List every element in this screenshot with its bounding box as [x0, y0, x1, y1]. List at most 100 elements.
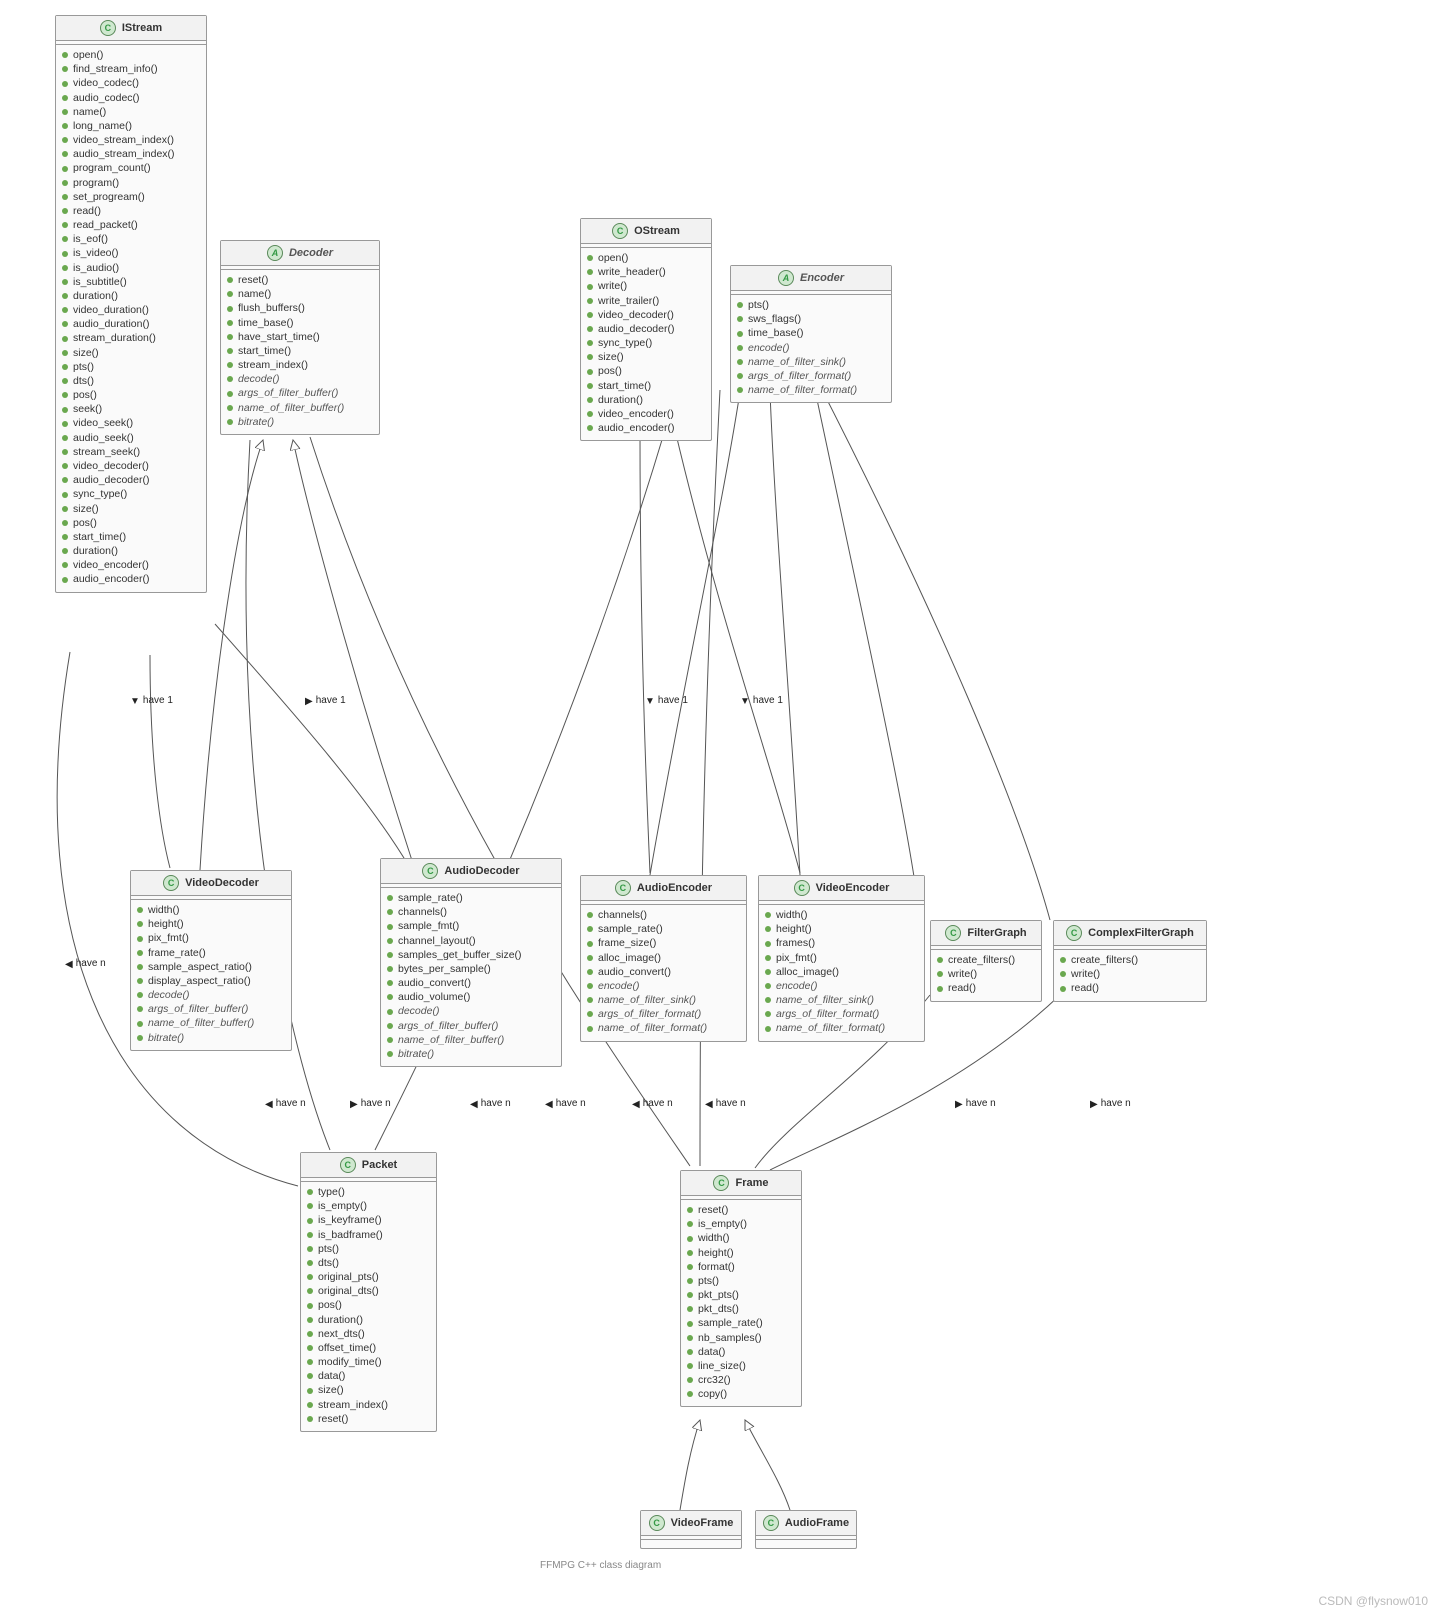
edge-label: ◀have n — [470, 1098, 511, 1109]
class-member: pos() — [307, 1298, 430, 1312]
class-member: long_name() — [62, 119, 200, 133]
member-label: open() — [73, 49, 103, 61]
class-member: width() — [687, 1231, 795, 1245]
class-member: name_of_filter_sink() — [765, 993, 918, 1007]
class-member: is_eof() — [62, 232, 200, 246]
member-label: args_of_filter_format() — [748, 370, 851, 382]
class-member: audio_duration() — [62, 317, 200, 331]
public-icon — [687, 1349, 693, 1355]
member-label: duration() — [73, 545, 118, 557]
class-member: bitrate() — [387, 1047, 555, 1061]
member-label: name_of_filter_format() — [598, 1022, 707, 1034]
edge-label: ◀have n — [65, 958, 106, 969]
public-icon — [687, 1391, 693, 1397]
member-label: sample_rate() — [598, 923, 663, 935]
member-label: audio_stream_index() — [73, 148, 175, 160]
public-icon — [737, 345, 743, 351]
class-member: pkt_pts() — [687, 1288, 795, 1302]
edge-label: ▶have 1 — [305, 695, 346, 706]
class-members: channels()sample_rate()frame_size()alloc… — [581, 905, 746, 1041]
public-icon — [137, 964, 143, 970]
class-member: is_video() — [62, 246, 200, 260]
class-member: type() — [307, 1185, 430, 1199]
public-icon — [587, 983, 593, 989]
class-member: audio_decoder() — [62, 473, 200, 487]
public-icon — [62, 222, 68, 228]
public-icon — [737, 387, 743, 393]
class-ComplexFilterGraph: CComplexFilterGraph create_filters()writ… — [1053, 920, 1207, 1002]
member-label: audio_convert() — [598, 966, 671, 978]
class-member: sample_fmt() — [387, 919, 555, 933]
class-AudioEncoder: CAudioEncoder channels()sample_rate()fra… — [580, 875, 747, 1042]
member-label: audio_volume() — [398, 991, 470, 1003]
public-icon — [765, 1011, 771, 1017]
class-member: pix_fmt() — [137, 931, 285, 945]
member-label: is_empty() — [318, 1200, 367, 1212]
member-label: sws_flags() — [748, 313, 801, 325]
public-icon — [307, 1260, 313, 1266]
class-member: sync_type() — [62, 487, 200, 501]
class-member: modify_time() — [307, 1355, 430, 1369]
public-icon — [737, 373, 743, 379]
class-member: video_decoder() — [587, 308, 705, 322]
class-title: OStream — [634, 225, 680, 237]
public-icon — [62, 151, 68, 157]
class-member: encode() — [737, 341, 885, 355]
class-member: open() — [62, 48, 200, 62]
public-icon — [307, 1189, 313, 1195]
class-member: decode() — [227, 372, 373, 386]
class-title: VideoEncoder — [816, 882, 890, 894]
member-label: width() — [776, 909, 808, 921]
public-icon — [587, 997, 593, 1003]
member-label: args_of_filter_buffer() — [398, 1020, 498, 1032]
public-icon — [587, 340, 593, 346]
member-label: name_of_filter_sink() — [748, 356, 846, 368]
member-label: pos() — [598, 365, 622, 377]
public-icon — [62, 137, 68, 143]
public-icon — [737, 302, 743, 308]
member-label: is_empty() — [698, 1218, 747, 1230]
public-icon — [1060, 986, 1066, 992]
class-member: display_aspect_ratio() — [137, 974, 285, 988]
class-member: stream_index() — [227, 358, 373, 372]
member-label: name_of_filter_format() — [748, 384, 857, 396]
class-member: sws_flags() — [737, 312, 885, 326]
member-label: create_filters() — [948, 954, 1015, 966]
class-icon: C — [945, 925, 961, 941]
class-member: write_header() — [587, 265, 705, 279]
public-icon — [137, 1035, 143, 1041]
public-icon — [307, 1203, 313, 1209]
class-members: reset()is_empty()width()height()format()… — [681, 1200, 801, 1406]
member-label: find_stream_info() — [73, 63, 158, 75]
member-label: time_base() — [238, 317, 293, 329]
member-label: sync_type() — [598, 337, 652, 349]
public-icon — [387, 952, 393, 958]
class-members: width()height()frames()pix_fmt()alloc_im… — [759, 905, 924, 1041]
class-member: video_stream_index() — [62, 133, 200, 147]
class-title: AudioDecoder — [444, 865, 519, 877]
class-member: write() — [1060, 967, 1200, 981]
edge-label: ▶have n — [1090, 1098, 1131, 1109]
member-label: pkt_dts() — [698, 1303, 739, 1315]
class-FilterGraph: CFilterGraph create_filters()write()read… — [930, 920, 1042, 1002]
class-member: copy() — [687, 1387, 795, 1401]
public-icon — [62, 321, 68, 327]
member-label: channels() — [598, 909, 647, 921]
member-label: nb_samples() — [698, 1332, 762, 1344]
member-label: frame_rate() — [148, 947, 206, 959]
public-icon — [137, 1021, 143, 1027]
diagram-caption: FFMPG C++ class diagram — [540, 1560, 661, 1571]
public-icon — [137, 992, 143, 998]
class-member: frame_rate() — [137, 946, 285, 960]
member-label: bytes_per_sample() — [398, 963, 491, 975]
public-icon — [587, 369, 593, 375]
class-member: video_encoder() — [62, 558, 200, 572]
member-label: size() — [73, 503, 99, 515]
edge-label: ◀have n — [545, 1098, 586, 1109]
class-member: set_progream() — [62, 190, 200, 204]
class-member: is_audio() — [62, 261, 200, 275]
member-label: audio_convert() — [398, 977, 471, 989]
class-AudioDecoder: CAudioDecoder sample_rate()channels()sam… — [380, 858, 562, 1067]
class-member: args_of_filter_buffer() — [387, 1019, 555, 1033]
member-label: pix_fmt() — [776, 952, 817, 964]
